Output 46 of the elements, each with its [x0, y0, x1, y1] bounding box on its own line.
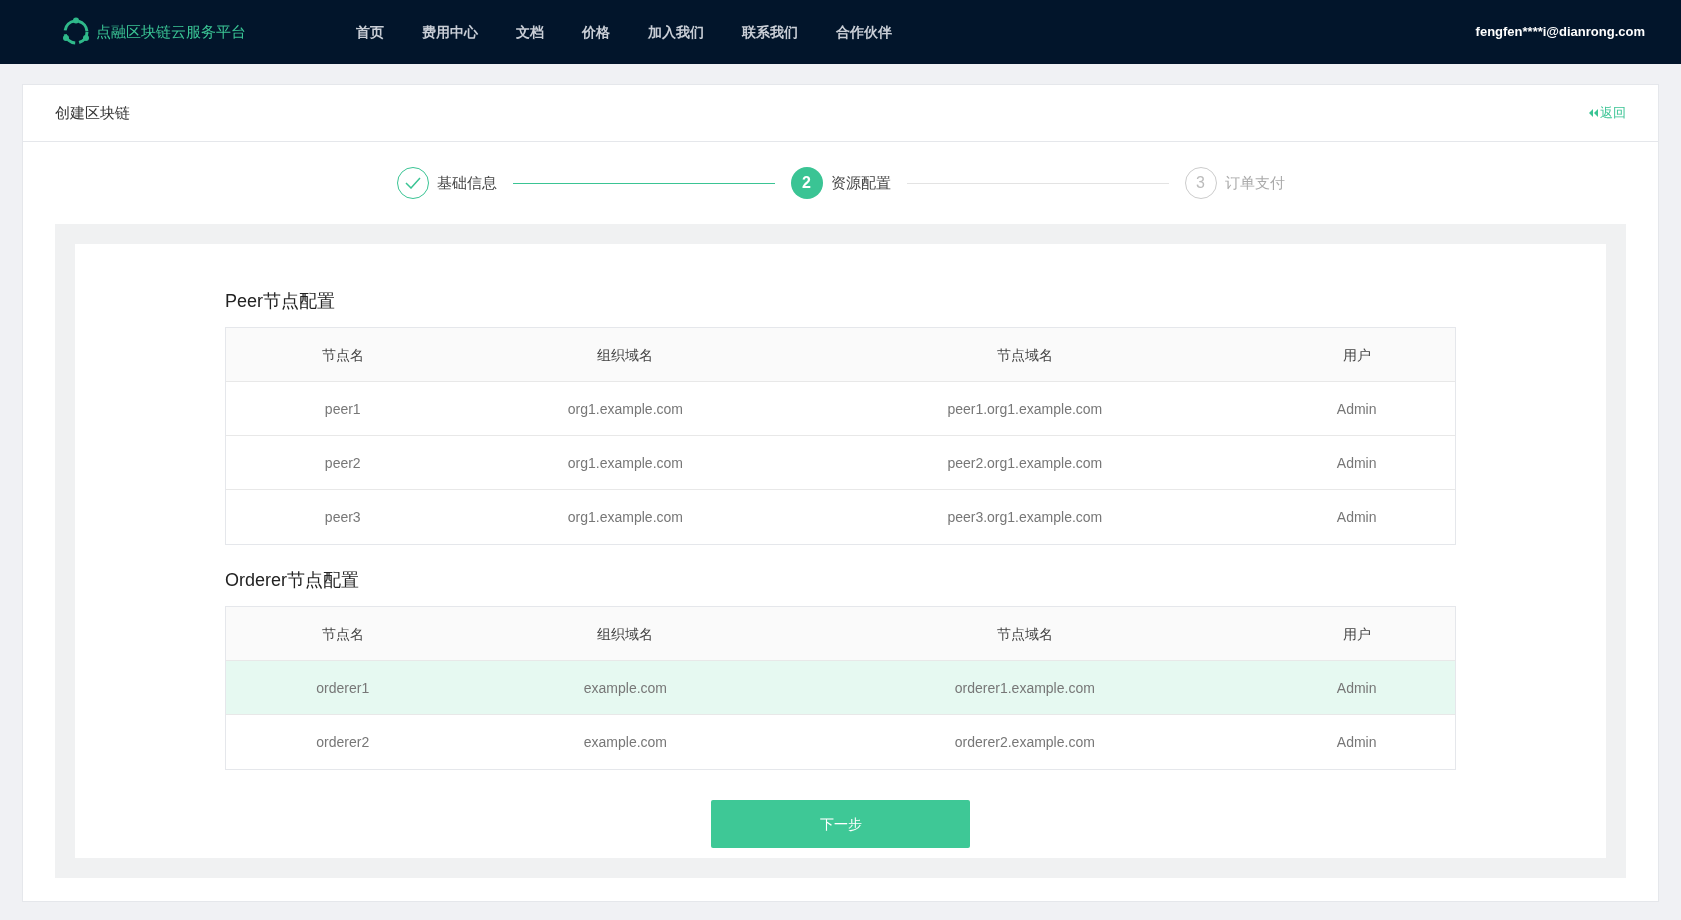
column-header: 用户 [1342, 346, 1371, 363]
nav-link[interactable]: 加入我们 [648, 21, 704, 43]
column-header: 组织域名 [597, 625, 654, 642]
table-row[interactable]: orderer1 example.com orderer1.example.com Admin [226, 661, 1455, 715]
table-cell: org1.example.com [567, 454, 683, 471]
nav-link[interactable]: 合作伙伴 [836, 21, 892, 43]
step-label: 资源配置 [830, 172, 891, 193]
column-header: 组织域名 [597, 346, 654, 363]
table-cell: peer2 [324, 454, 361, 471]
table-cell: orderer2.example.com [954, 734, 1095, 750]
nav-link[interactable]: 首页 [356, 21, 384, 43]
table-cell: Admin [1336, 509, 1377, 525]
table-cell: Admin [1336, 400, 1377, 417]
column-header: 节点域名 [996, 346, 1053, 363]
nav-link[interactable]: 联系我们 [742, 21, 798, 43]
brand-link[interactable]: 点融区块链云服务平台 [96, 20, 246, 44]
table-cell: peer3.org1.example.com [947, 509, 1103, 525]
user-email-link[interactable]: fengfen****i@dianrong.com [1475, 22, 1645, 42]
table-cell: Admin [1336, 679, 1377, 696]
page-title: 创建区块链 [55, 102, 130, 123]
table-cell: peer1 [324, 400, 361, 417]
section-title: Orderer节点配置 [225, 569, 360, 592]
table-cell: Admin [1336, 734, 1377, 750]
table-cell: orderer2 [316, 734, 370, 750]
table-cell: org1.example.com [567, 400, 683, 417]
column-header: 节点名 [321, 346, 364, 363]
step-label: 基础信息 [436, 172, 497, 193]
nav-link[interactable]: 费用中心 [422, 21, 478, 43]
section-title: Peer节点配置 [225, 290, 337, 313]
table-cell: peer2.org1.example.com [947, 454, 1103, 471]
table-cell: example.com [583, 734, 668, 750]
table-cell: org1.example.com [567, 509, 683, 525]
step-number: 2 [790, 167, 823, 199]
table-cell: orderer1 [316, 679, 370, 696]
step-label: 订单支付 [1224, 172, 1285, 193]
table-cell: orderer1.example.com [954, 679, 1095, 696]
table-cell: example.com [583, 679, 668, 696]
column-header: 节点域名 [996, 625, 1053, 642]
nav-link[interactable]: 价格 [582, 21, 610, 43]
column-header: 节点名 [321, 625, 364, 642]
table-cell: peer3 [324, 509, 361, 525]
table-cell: peer1.org1.example.com [947, 400, 1103, 417]
double-left-arrow-icon [1589, 109, 1598, 117]
column-header: 用户 [1342, 625, 1371, 642]
nav-link[interactable]: 文档 [516, 21, 544, 43]
table-cell: Admin [1336, 454, 1377, 471]
